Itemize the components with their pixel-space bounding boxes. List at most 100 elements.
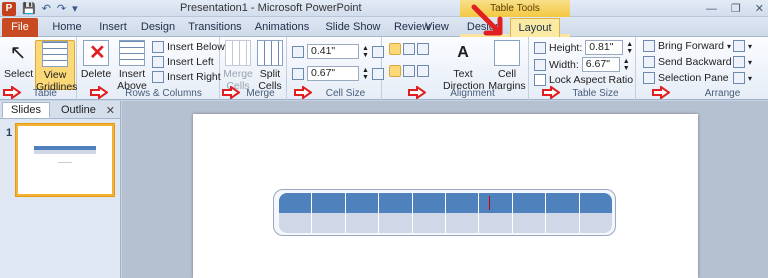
- merge-cells-icon: [225, 40, 251, 66]
- minimize-icon[interactable]: —: [706, 3, 717, 15]
- tab-transitions[interactable]: Transitions: [186, 18, 244, 37]
- close-pane-icon[interactable]: ✕: [106, 104, 115, 117]
- table-header-row: [279, 193, 612, 213]
- align-bottom-icon[interactable]: [417, 65, 429, 77]
- insert-right-button[interactable]: Insert Right: [152, 71, 221, 83]
- align-middle-icon[interactable]: [403, 65, 415, 77]
- table-height-icon: [534, 41, 546, 54]
- table-cell[interactable]: [479, 213, 513, 233]
- table-cell[interactable]: [279, 193, 313, 213]
- table-cell[interactable]: [413, 213, 447, 233]
- group-objects-button[interactable]: ▾: [733, 56, 752, 68]
- tab-insert[interactable]: Insert: [94, 18, 132, 37]
- send-backward-button[interactable]: Send Backward ▾: [643, 56, 739, 68]
- cell-margins-icon: [494, 40, 520, 66]
- align-center-icon[interactable]: [403, 43, 415, 55]
- align-right-icon[interactable]: [417, 43, 429, 55]
- table-width-input[interactable]: 6.67": [581, 57, 620, 72]
- table-cell[interactable]: [446, 213, 480, 233]
- group-label-alignment: Alignment: [450, 88, 495, 99]
- ribbon-tabs: File Home Insert Design Transitions Anim…: [0, 17, 768, 54]
- restore-icon[interactable]: ❐: [731, 2, 741, 15]
- tab-home[interactable]: Home: [48, 18, 86, 37]
- table-height-spinner-icon[interactable]: ▲ ▼: [626, 41, 633, 55]
- insert-above-icon: [119, 40, 145, 66]
- tab-slides[interactable]: Slides: [2, 102, 50, 118]
- text-direction-button[interactable]: A Text Direction: [443, 40, 484, 92]
- table-cell[interactable]: [513, 213, 547, 233]
- bring-forward-icon: [643, 40, 655, 52]
- table-cell[interactable]: [346, 193, 380, 213]
- table-cell[interactable]: [346, 213, 380, 233]
- red-arrow-marker: [542, 86, 560, 99]
- table-cell[interactable]: [379, 193, 413, 213]
- red-arrow-marker: [294, 86, 312, 99]
- checkbox-icon: [534, 74, 546, 86]
- table-cell[interactable]: [413, 193, 447, 213]
- cell-height-spinner-icon[interactable]: ▲ ▼: [362, 45, 369, 59]
- lock-aspect-ratio-checkbox[interactable]: Lock Aspect Ratio: [534, 74, 633, 86]
- table-selection-frame[interactable]: [273, 189, 616, 236]
- align-top-icon[interactable]: [389, 65, 401, 77]
- table-cell[interactable]: [546, 193, 580, 213]
- table-height-input[interactable]: 0.81": [585, 40, 624, 55]
- tab-animations[interactable]: Animations: [250, 18, 314, 37]
- align-objects-button[interactable]: ▾: [733, 40, 752, 52]
- customize-qat-icon[interactable]: ▾: [72, 2, 78, 15]
- table-cell[interactable]: [312, 193, 346, 213]
- table-cell[interactable]: [312, 213, 346, 233]
- table-cell[interactable]: [546, 213, 580, 233]
- tab-view[interactable]: View: [420, 18, 454, 37]
- insert-left-icon: [152, 56, 164, 68]
- table-cell[interactable]: [580, 213, 612, 233]
- red-arrow-marker: [90, 86, 108, 99]
- tab-file[interactable]: File: [2, 18, 38, 37]
- table-cell[interactable]: [379, 213, 413, 233]
- insert-below-icon: [152, 41, 164, 53]
- tab-outline[interactable]: Outline: [52, 102, 105, 118]
- slide-thumbnail[interactable]: [16, 124, 114, 196]
- title-bar: P 💾 ↶ ↷ ▾ Presentation1 - Microsoft Powe…: [0, 0, 768, 17]
- red-arrow-marker: [222, 86, 240, 99]
- view-gridlines-button[interactable]: View Gridlines: [35, 40, 77, 93]
- selection-pane-button[interactable]: Selection Pane: [643, 72, 729, 84]
- tab-table-layout[interactable]: Layout: [510, 18, 560, 37]
- tab-slide-show[interactable]: Slide Show: [322, 18, 384, 37]
- cell-width-input[interactable]: 0.67": [307, 66, 359, 81]
- close-window-icon[interactable]: ✕: [755, 2, 764, 15]
- rotate-button[interactable]: ▾: [733, 72, 752, 84]
- gridlines-icon: [42, 41, 68, 67]
- tab-design[interactable]: Design: [138, 18, 178, 37]
- table-cell[interactable]: [580, 193, 612, 213]
- cell-width-control: 0.67" ▲ ▼: [292, 66, 384, 81]
- split-cells-button[interactable]: Split Cells: [255, 40, 285, 92]
- insert-below-button[interactable]: Insert Below: [152, 41, 225, 53]
- slide-table[interactable]: [279, 193, 612, 233]
- dropdown-arrow-icon: ▾: [748, 57, 753, 67]
- table-cell[interactable]: [446, 193, 480, 213]
- save-icon[interactable]: 💾: [22, 2, 36, 15]
- red-arrow-marker: [652, 86, 670, 99]
- delete-button[interactable]: ✕ Delete: [80, 40, 112, 80]
- redo-icon[interactable]: ↷: [57, 2, 66, 15]
- cell-width-spinner-icon[interactable]: ▲ ▼: [362, 67, 369, 81]
- insert-above-button[interactable]: Insert Above: [116, 40, 148, 92]
- powerpoint-app-icon[interactable]: P: [2, 1, 16, 16]
- cell-margins-button[interactable]: Cell Margins: [487, 40, 527, 92]
- table-cell[interactable]: [279, 213, 313, 233]
- table-width-spinner-icon[interactable]: ▲ ▼: [623, 58, 630, 72]
- cell-height-input[interactable]: 0.41": [307, 44, 359, 59]
- insert-left-button[interactable]: Insert Left: [152, 56, 214, 68]
- align-left-icon[interactable]: [389, 43, 401, 55]
- select-button[interactable]: ↖ Select: [4, 40, 33, 80]
- vertical-align-buttons: [389, 65, 429, 77]
- bring-forward-button[interactable]: Bring Forward ▾: [643, 40, 731, 52]
- merge-cells-button[interactable]: Merge Cells: [223, 40, 253, 92]
- red-arrow-marker: [3, 86, 21, 99]
- quick-access-toolbar: P 💾 ↶ ↷ ▾: [2, 1, 78, 16]
- table-cell[interactable]: [513, 193, 547, 213]
- table-cell[interactable]: [479, 193, 513, 213]
- group-alignment: A Text Direction Cell Margins Alignment: [383, 37, 529, 100]
- undo-icon[interactable]: ↶: [42, 2, 51, 15]
- table-width-control: Width: 6.67" ▲ ▼: [534, 57, 630, 72]
